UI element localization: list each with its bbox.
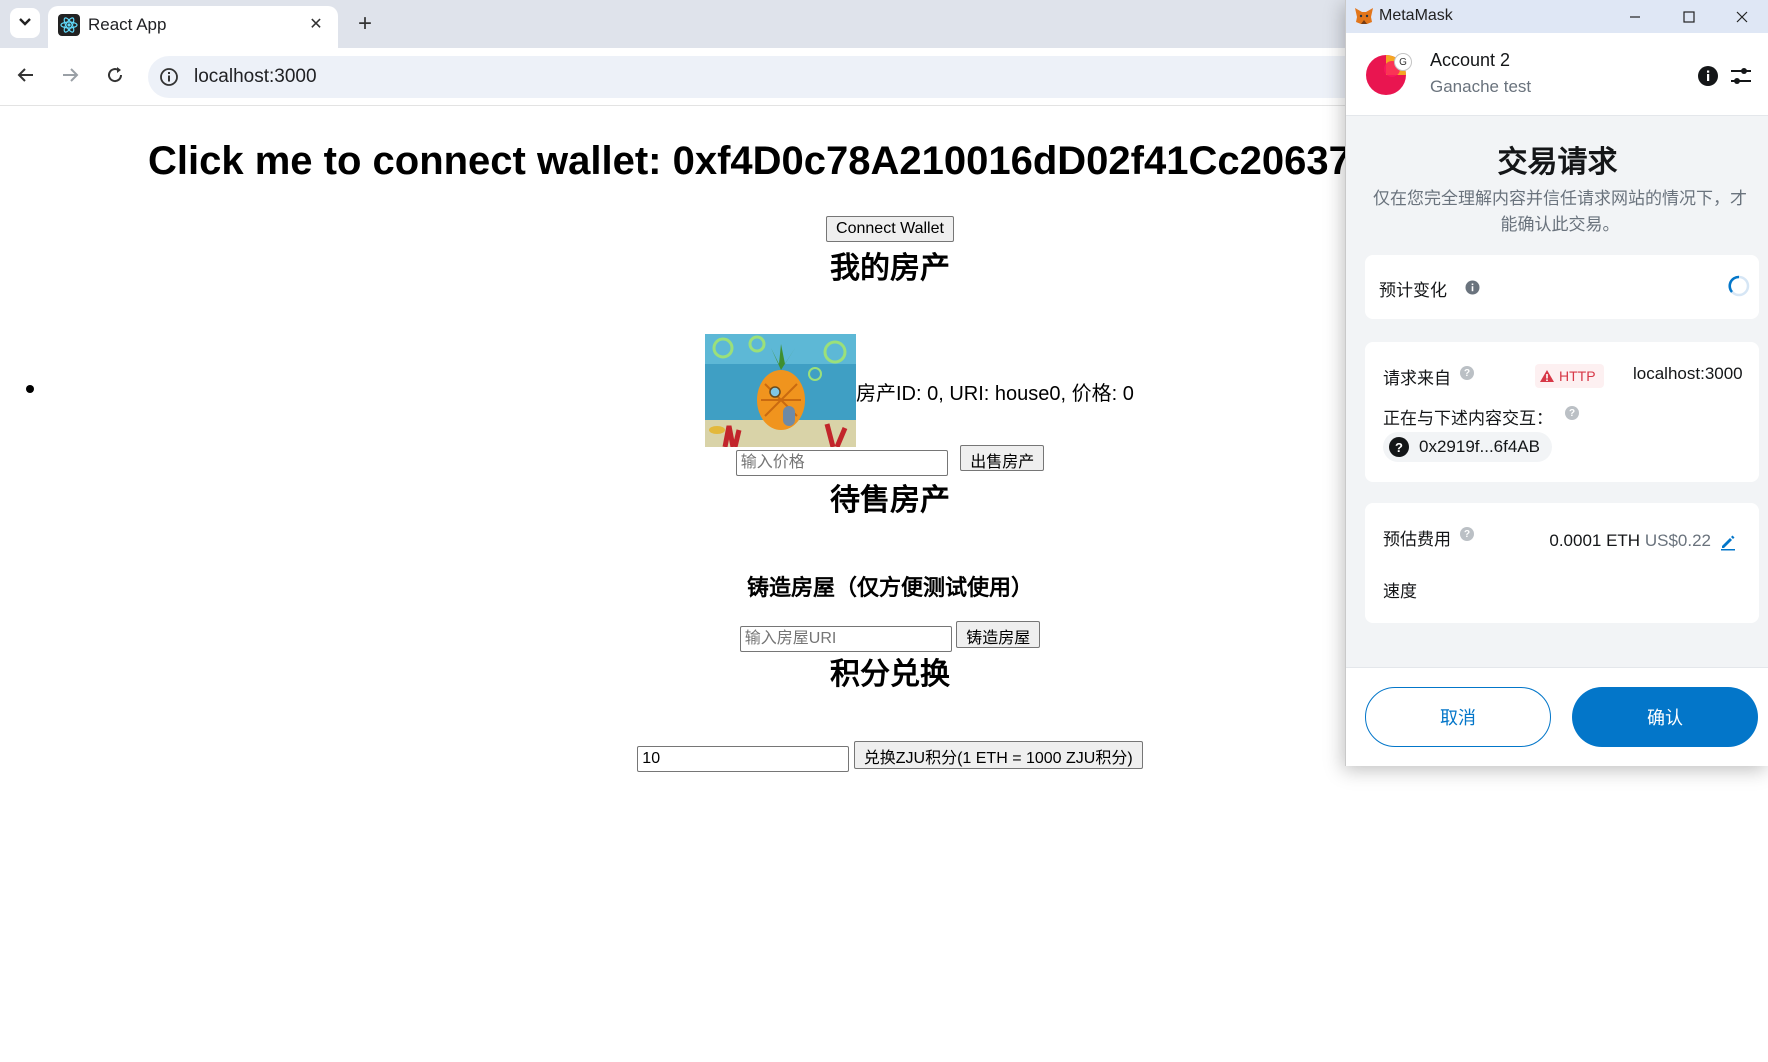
account-name: Account 2 [1430,50,1511,70]
transaction-request-title: 交易请求 [1497,146,1618,179]
house-info-text: 房产ID: 0, URI: house0, 价格: 0 [856,383,1134,405]
fee-usd: US$0.22 [1644,531,1711,550]
request-origin: localhost:3000 [1633,364,1743,383]
maximize-icon[interactable] [1676,4,1702,30]
fee-card: 预估费用 ? 0.0001 ETH US$0.22 速度 [1365,503,1759,623]
eth-amount-input[interactable] [637,746,850,772]
connect-wallet-button[interactable]: Connect Wallet [826,216,954,242]
question-icon: ? [1389,437,1409,457]
speed-label: 速度 [1383,582,1417,601]
forward-button[interactable] [54,61,86,93]
help-icon[interactable]: ? [1460,366,1474,380]
tab-search-button[interactable] [10,8,40,38]
metamask-title: MetaMask [1379,7,1453,24]
metamask-fox-icon [1354,6,1374,26]
contract-address: 0x2919f...6f4AB [1419,437,1540,456]
metamask-window: MetaMask G Account 2 Ganache test 交易请求 仅… [1345,0,1768,766]
minimize-icon[interactable] [1622,4,1648,30]
estimated-changes-card: 预计变化 [1365,255,1759,319]
request-origin-card: 请求来自 ? HTTP localhost:3000 正在与下述内容交互： ? … [1365,342,1759,482]
loading-spinner-icon [1727,274,1751,298]
interacting-with-label: 正在与下述内容交互： [1383,409,1553,428]
connect-wallet-heading[interactable]: Click me to connect wallet: 0xf4D0c78A21… [148,139,1351,184]
new-tab-button[interactable]: + [350,9,380,39]
sliders-icon[interactable] [1729,65,1753,87]
estimated-fee-label: 预估费用 [1383,530,1451,549]
sell-property-button[interactable]: 出售房产 [960,445,1045,471]
edit-icon[interactable] [1719,533,1737,551]
exchange-zju-button[interactable]: 兑换ZJU积分(1 ETH = 1000 ZJU积分) [853,741,1143,769]
house-image [705,334,856,447]
warning-icon [1540,370,1554,382]
browser-tab[interactable]: React App ✕ [48,6,338,48]
reload-icon [106,66,124,89]
fee-values: 0.0001 ETH US$0.22 [1549,531,1711,551]
http-badge: HTTP [1535,364,1604,388]
arrow-right-icon [61,66,79,89]
site-info-icon[interactable] [158,66,180,88]
request-from-label: 请求来自 [1383,369,1451,388]
chevron-down-icon [18,14,32,32]
back-button[interactable] [10,61,42,93]
http-badge-label: HTTP [1559,368,1596,384]
estimated-changes-label: 预计变化 [1379,281,1447,300]
confirm-button[interactable]: 确认 [1572,687,1758,747]
help-icon[interactable]: ? [1460,527,1474,541]
info-icon[interactable] [1697,65,1719,87]
contract-address-pill[interactable]: ? 0x2919f...6f4AB [1383,432,1552,462]
tab-title: React App [88,15,167,34]
network-name: Ganache test [1430,77,1532,96]
action-footer: 取消 确认 [1346,667,1768,766]
help-icon[interactable]: ? [1565,406,1579,420]
price-input[interactable] [735,450,948,476]
reload-button[interactable] [99,61,131,93]
network-badge: G [1394,53,1412,71]
account-header: G Account 2 Ganache test [1346,33,1768,116]
mint-house-button[interactable]: 铸造房屋 [956,621,1041,648]
react-logo-icon [58,14,80,36]
fee-eth: 0.0001 ETH [1549,531,1641,550]
info-small-icon[interactable] [1465,280,1480,295]
url-text: localhost:3000 [194,66,317,87]
list-bullet [26,385,34,393]
transaction-description: 仅在您完全理解内容并信任请求网站的情况下，才能确认此交易。 [1373,189,1747,234]
close-tab-icon[interactable]: ✕ [304,12,328,36]
metamask-titlebar: MetaMask [1346,0,1768,33]
address-bar[interactable]: localhost:3000 [148,56,1448,98]
arrow-left-icon [17,66,35,89]
close-window-icon[interactable] [1729,4,1755,30]
cancel-button[interactable]: 取消 [1365,687,1551,747]
